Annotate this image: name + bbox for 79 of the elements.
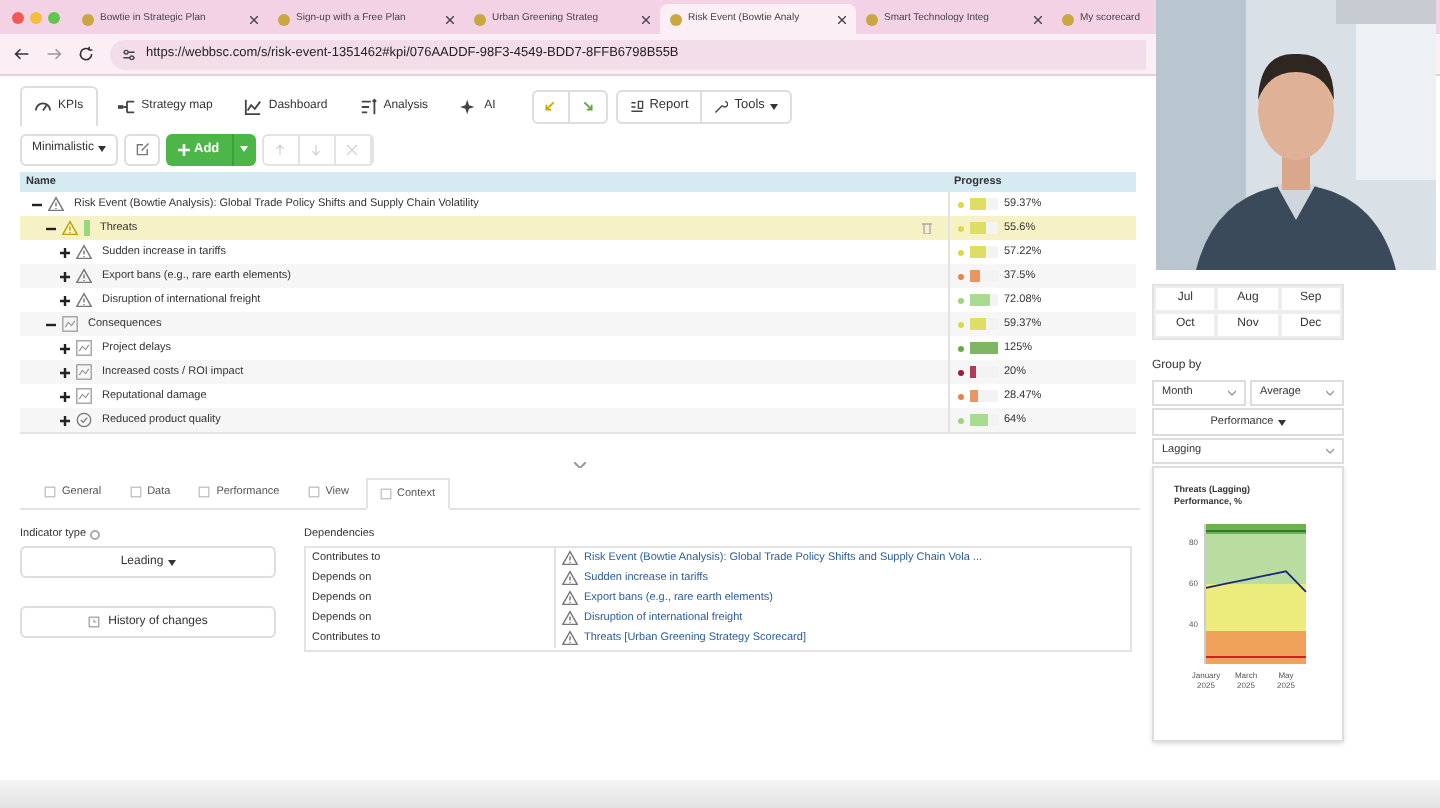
report-icon [629,99,644,113]
close-tab-icon[interactable] [642,15,650,23]
progress-bar [970,198,998,210]
check-circle-icon [76,412,92,428]
chart-icon [76,364,92,380]
expand-icon[interactable] [60,295,70,305]
close-tab-icon[interactable] [838,15,846,23]
favicon-icon [866,13,878,25]
progress-bar [970,342,998,354]
chart-icon [76,340,92,356]
favicon-icon [670,13,682,25]
edit-button[interactable] [124,133,161,165]
caret-icon [1277,419,1286,425]
caret-icon [770,103,779,109]
warning-icon [562,550,578,567]
chevron-down-icon[interactable] [574,462,586,468]
expand-icon[interactable] [60,247,70,257]
warning-icon [48,196,64,212]
progress-bar [970,390,998,402]
caret-icon [167,559,176,566]
reload-icon[interactable] [78,46,94,62]
collapse-icon[interactable] [32,199,42,209]
arrow-down-icon [310,143,323,155]
tab-icon [44,486,56,498]
sort-icon [359,97,378,115]
line-series [1205,570,1307,593]
progress-bar [970,246,998,258]
arrow-icon [544,100,557,112]
warning-icon [76,268,92,284]
progress-bar [970,222,998,234]
expand-icon[interactable] [60,343,70,353]
close-icon [346,143,359,155]
tab-icon [129,486,142,498]
favicon-icon [82,13,94,25]
expand-icon[interactable] [60,271,70,281]
sparkle-icon [460,97,479,115]
warning-icon [62,220,78,236]
chart-icon [76,388,92,404]
settings-icon [122,47,136,61]
history-icon [88,616,101,629]
gauge-icon [34,98,52,116]
collapse-icon[interactable] [46,319,56,329]
expand-icon[interactable] [60,391,70,401]
warning-icon [562,630,578,647]
favicon-icon [278,13,290,25]
chevron-down-icon [1326,448,1334,454]
progress-bar [970,294,998,306]
chevron-down-icon [1228,390,1236,396]
plus-icon [178,143,191,155]
edit-icon [135,142,150,156]
tab-icon [307,486,320,498]
collapse-icon[interactable] [46,223,56,233]
line-chart-icon [244,97,263,115]
warning-icon [562,570,578,587]
caret-icon [98,146,107,152]
warning-icon [76,244,92,260]
warning-icon [562,610,578,627]
wrench-icon [714,99,729,113]
chevron-down-icon [1326,390,1334,396]
close-tab-icon[interactable] [250,15,258,23]
tab-icon [379,488,392,500]
expand-icon[interactable] [60,367,70,377]
close-tab-icon[interactable] [446,15,454,23]
favicon-icon [474,13,486,25]
hierarchy-icon [117,97,136,115]
expand-icon[interactable] [60,415,70,425]
chart-icon [62,316,78,332]
back-icon[interactable] [14,46,30,62]
bar-icon [84,220,90,236]
favicon-icon [1062,13,1074,25]
y-axis-line [1204,523,1206,665]
arrow-up-icon [274,143,287,155]
caret-icon [240,146,249,152]
zone-background [1206,524,1306,664]
tab-icon [198,486,211,498]
warning-icon [76,292,92,308]
warning-icon [562,590,578,607]
arrow-icon [581,100,594,112]
close-tab-icon[interactable] [1034,15,1042,23]
